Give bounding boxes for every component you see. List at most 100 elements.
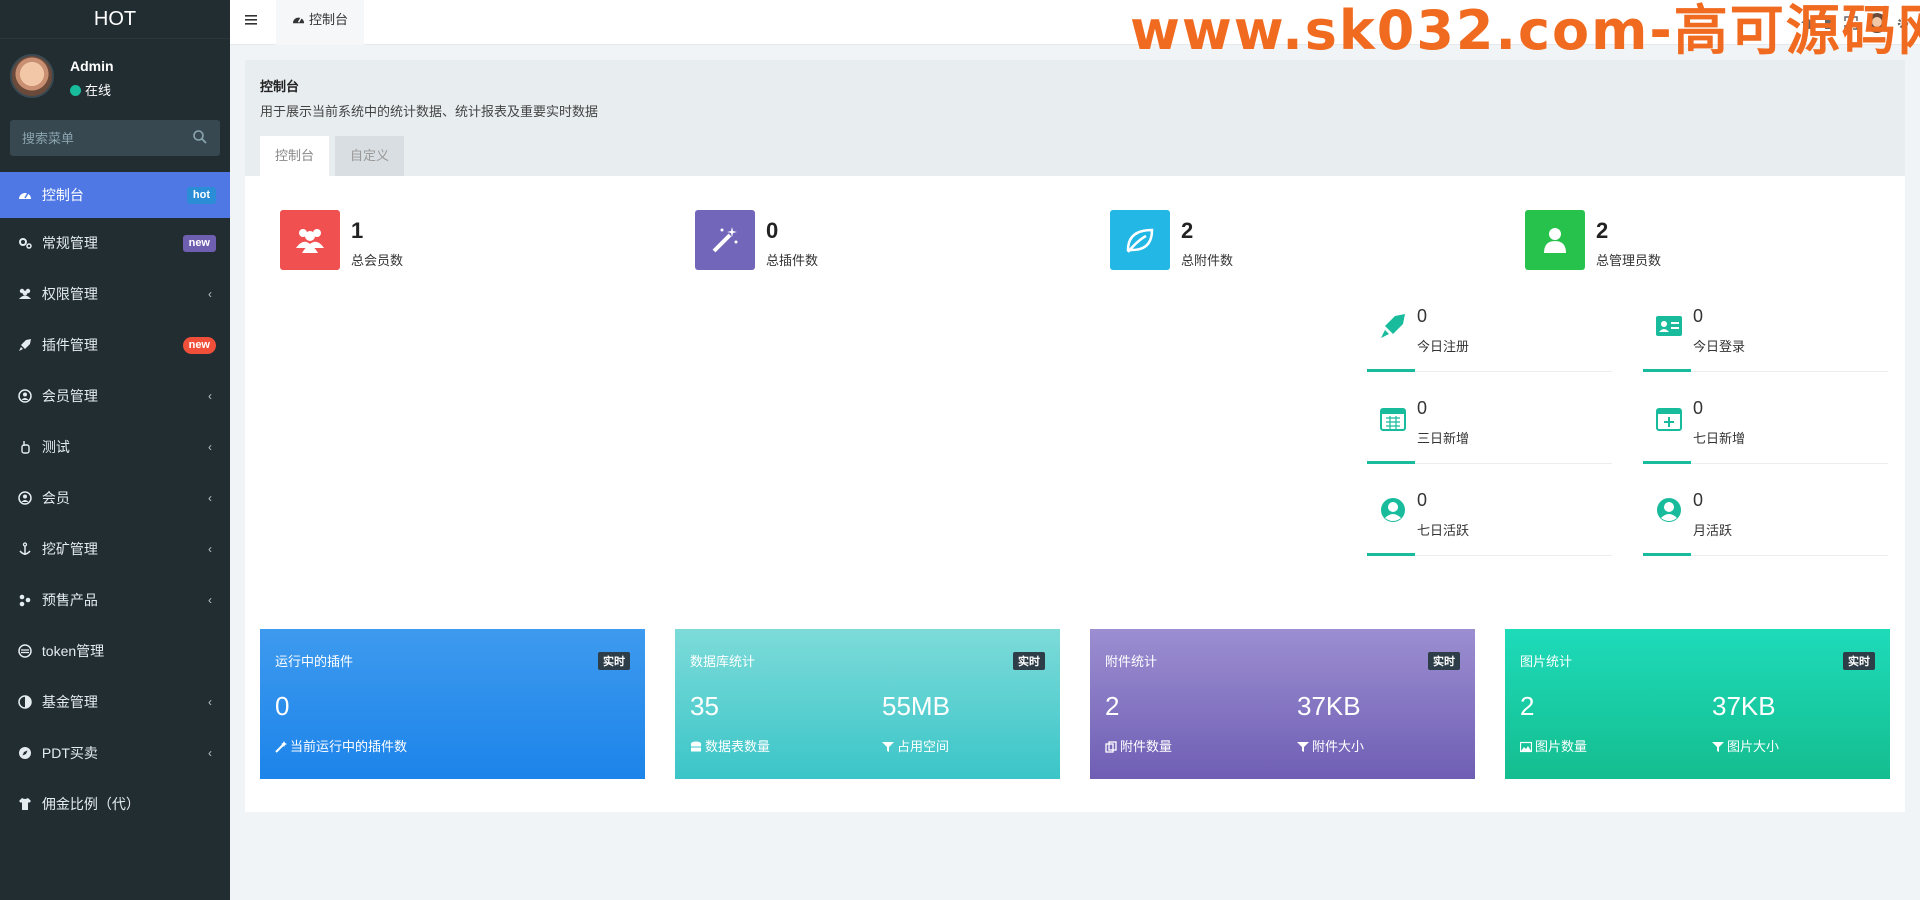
users-icon [296,229,324,253]
hot-badge: hot [186,187,216,204]
chevron-left-icon: ‹ [208,440,212,454]
calendar-icon [1380,408,1406,431]
card-label: 附件数量 [1105,736,1172,755]
chevron-left-icon: ‹ [208,389,212,403]
app-logo[interactable]: HOT [0,0,230,39]
sidebar-item-label: 佣金比例（代） [41,796,140,812]
user-name: Admin [70,58,114,74]
mini-stat-value: 0 [1417,306,1428,326]
database-icon [691,741,701,752]
dashboard-icon [292,17,305,24]
mini-stat-label: 月活跃 [1693,523,1733,538]
sidebar-item-members[interactable]: 会员 ‹ [0,473,230,524]
stat-value: 2 [1181,218,1194,243]
user-circle-icon [18,491,32,505]
stat-icon-box [1110,210,1170,270]
card-title: 图片统计 [1520,654,1573,669]
sidebar-item-general[interactable]: 常规管理 new [0,218,230,269]
top-tab-dashboard[interactable]: 控制台 [276,0,365,45]
mini-stat-label: 七日新增 [1693,431,1746,446]
card-title: 数据库统计 [690,654,756,669]
mini-stat-monthly-active: 0 月活跃 [1643,484,1888,556]
card-value: 2 [1105,691,1120,721]
anchor-icon [19,542,31,555]
topbar: 控制台 www.sk032.com-高可源码网 [230,0,1920,62]
avatar[interactable] [10,54,54,98]
calendar-plus-icon [1656,408,1682,431]
mini-stat-label: 三日新增 [1417,431,1470,446]
mini-stat-bar [1643,553,1691,556]
sidebar-item-label: 控制台 [41,187,84,203]
mini-stat-label: 今日登录 [1693,339,1746,354]
files-icon [1105,741,1117,753]
sidebar-item-token[interactable]: token管理 [0,626,230,677]
sidebar-item-permissions[interactable]: 权限管理 ‹ [0,269,230,320]
sidebar-item-mining[interactable]: 挖矿管理 ‹ [0,524,230,575]
stat-total-attachments: 2 总附件数 [1110,210,1440,272]
search-input[interactable] [10,120,180,156]
chevron-left-icon: ‹ [208,746,212,760]
stat-value: 1 [351,218,364,243]
chevron-left-icon: ‹ [208,491,212,505]
realtime-tag: 实时 [598,652,630,670]
realtime-tag: 实时 [1013,652,1045,670]
filter-icon [1712,742,1724,752]
stat-icon-box [280,210,340,270]
sidebar-item-label: token管理 [41,643,105,659]
new-badge: new [182,337,216,354]
stat-value: 0 [766,218,779,243]
magic-icon [275,741,287,753]
realtime-tag: 实时 [1843,652,1875,670]
card-value: 37KB [1297,691,1361,721]
sidebar: HOT Admin 在线 控制台 hot 常规管理 new 权限管理 ‹ 插件管… [0,0,230,900]
chevron-left-icon: ‹ [208,695,212,709]
card-value: 2 [1520,691,1535,721]
sidebar-item-dashboard[interactable]: 控制台 hot [0,172,230,218]
hamburger-menu-icon[interactable] [244,12,260,28]
user-circle-icon [1657,498,1681,522]
mini-stat-bar [1643,369,1691,372]
sidebar-item-plugins[interactable]: 插件管理 new [0,320,230,371]
card-label: 数据表数量 [690,736,770,755]
sidebar-item-presale[interactable]: 预售产品 ‹ [0,575,230,626]
top-tab-label: 控制台 [309,12,349,27]
search-icon[interactable] [192,129,208,145]
sidebar-item-label: 会员 [41,490,70,506]
compass-icon [19,747,31,759]
adjust-icon [18,695,32,709]
mini-stat-bar [1367,461,1415,464]
sidebar-item-label: 挖矿管理 [41,541,98,557]
stat-value: 2 [1596,218,1609,243]
card-running-plugins: 运行中的插件 实时 0 当前运行中的插件数 [260,629,645,779]
main-content: 控制台 用于展示当前系统中的统计数据、统计报表及重要实时数据 控制台 自定义 1… [245,60,1905,812]
card-label-text: 当前运行中的插件数 [290,739,408,754]
sidebar-item-pdt-trade[interactable]: PDT买卖 ‹ [0,728,230,779]
leaf-icon [1126,228,1154,253]
watermark: www.sk032.com-高可源码网 [1130,0,1920,62]
page-title: 控制台 [260,79,300,94]
card-label: 图片数量 [1520,736,1587,755]
stat-icon-box [695,210,755,270]
tab-custom[interactable]: 自定义 [335,136,405,176]
vcard-icon [1656,316,1682,336]
user-panel: Admin 在线 [0,39,230,113]
chevron-left-icon: ‹ [208,593,212,607]
tab-dashboard[interactable]: 控制台 [260,136,330,176]
mini-stat-seven-day: 0 七日新增 [1643,392,1888,464]
sidebar-item-fund[interactable]: 基金管理 ‹ [0,677,230,728]
mini-stat-today-login: 0 今日登录 [1643,300,1888,372]
card-label-text: 图片数量 [1535,739,1588,754]
user-status-label: 在线 [85,83,112,98]
sidebar-item-label: PDT买卖 [41,745,98,761]
content-header: 控制台 用于展示当前系统中的统计数据、统计报表及重要实时数据 控制台 自定义 [245,60,1905,176]
sidebar-item-label: 预售产品 [41,592,98,608]
cogs-icon [19,238,32,249]
mini-stat-bar [1643,461,1691,464]
sidebar-item-commission[interactable]: 佣金比例（代） [0,779,230,830]
card-label-text: 附件数量 [1120,739,1173,754]
mini-stat-value: 0 [1417,398,1428,418]
sidebar-item-test[interactable]: 测试 ‹ [0,422,230,473]
sidebar-item-label: 常规管理 [41,235,98,251]
stat-label: 总插件数 [766,253,819,268]
sidebar-item-members-mgmt[interactable]: 会员管理 ‹ [0,371,230,422]
